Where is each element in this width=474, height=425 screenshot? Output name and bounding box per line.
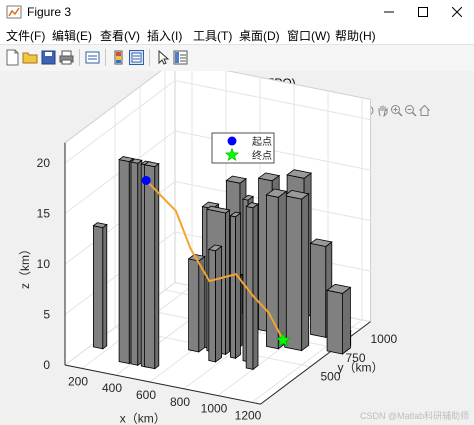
z-tick-label: 15 — [37, 207, 51, 221]
building-front-face — [188, 258, 200, 353]
x-tick-label: 1000 — [201, 402, 228, 416]
menu-view[interactable]: 查看(V) — [100, 27, 140, 44]
minimize-button[interactable] — [372, 0, 406, 24]
building-side-face — [154, 162, 160, 370]
maximize-button[interactable] — [406, 0, 440, 24]
building-front-face — [93, 225, 104, 350]
title-bar: Figure 3 — [0, 0, 474, 24]
legend-label-end: 终点 — [252, 149, 272, 162]
building — [326, 283, 352, 355]
building-side-face — [225, 209, 231, 356]
z-tick-label: 20 — [37, 156, 51, 170]
building-side-face — [341, 286, 351, 355]
menu-bar: 文件(F) 编辑(E) 查看(V) 插入(I) 工具(T) 桌面(D) 窗口(W… — [0, 24, 474, 44]
menu-window[interactable]: 窗口(W) — [287, 27, 330, 44]
building-front-face — [118, 159, 130, 365]
building-front-face — [284, 195, 303, 352]
building-side-face — [215, 245, 223, 363]
building-front-face — [208, 248, 217, 363]
plot-3d-axes[interactable]: 200 400 600 800 1000 1200500750100005101520x（… — [0, 71, 474, 425]
toolbar-separator — [79, 49, 80, 66]
x-tick-label: 400 — [102, 381, 122, 395]
save-icon[interactable] — [40, 49, 57, 66]
y-axis-label: y（km） — [338, 360, 384, 374]
building-side-face — [235, 212, 241, 360]
toolbar-separator — [105, 49, 106, 66]
building — [229, 211, 242, 360]
legend: 起点终点 — [211, 132, 275, 164]
z-tick-label: 10 — [37, 257, 51, 271]
menu-edit[interactable]: 编辑(E) — [52, 27, 92, 44]
toolbar-separator — [149, 49, 150, 66]
link-plot-icon[interactable] — [84, 49, 101, 66]
building-front-face — [144, 164, 156, 370]
menu-file[interactable]: 文件(F) — [6, 27, 45, 44]
x-tick-label: 600 — [136, 388, 156, 402]
pointer-icon[interactable] — [154, 49, 171, 66]
building-front-face — [310, 242, 327, 338]
building-side-face — [301, 192, 310, 352]
x-tick-label: 800 — [170, 395, 190, 409]
building — [92, 222, 108, 350]
building-side-face — [102, 223, 108, 350]
legend-label-start: 起点 — [252, 136, 272, 148]
building-front-face — [130, 161, 139, 366]
building — [265, 188, 288, 350]
property-inspector-icon[interactable] — [172, 49, 189, 66]
legend-start-marker — [227, 136, 237, 146]
x-tick-label: 1200 — [235, 408, 262, 422]
building-side-face — [277, 190, 287, 350]
building — [245, 202, 259, 371]
watermark: CSDN @Matlab科研辅助师 — [360, 411, 470, 421]
menu-tools[interactable]: 工具(T) — [193, 27, 232, 44]
figure-canvas: 帝企鹅优化算法(EPO) 最优结果: 38.5412 2004006008001… — [0, 71, 474, 425]
building-front-face — [326, 289, 343, 355]
z-axis-label: z（km） — [18, 243, 32, 289]
close-button[interactable] — [440, 0, 474, 24]
new-figure-icon[interactable] — [4, 49, 21, 66]
minimize-icon — [384, 11, 394, 13]
print-icon[interactable] — [58, 49, 75, 66]
menu-help[interactable]: 帮助(H) — [335, 27, 376, 44]
building — [130, 158, 143, 367]
menu-desktop[interactable]: 桌面(D) — [239, 27, 280, 44]
building-side-face — [252, 203, 259, 371]
figure-toolbar — [0, 44, 474, 72]
building — [207, 244, 223, 363]
maximize-icon — [418, 7, 428, 17]
open-file-icon[interactable] — [22, 49, 39, 66]
insert-legend-icon[interactable] — [128, 49, 145, 66]
building — [283, 189, 310, 352]
menu-insert[interactable]: 插入(I) — [147, 27, 182, 44]
start-point-marker — [141, 175, 151, 185]
z-tick-label: 5 — [43, 308, 50, 322]
close-icon — [452, 7, 462, 17]
building-front-face — [229, 215, 236, 359]
x-axis-label: x（km） — [120, 412, 166, 425]
figure-window: Figure 3 文件(F) 编辑(E) 查看(V) 插入(I) 工具(T) 桌… — [0, 0, 474, 425]
x-tick-label: 200 — [68, 374, 88, 388]
y-tick-label: 1000 — [371, 332, 398, 346]
matlab-icon — [6, 4, 22, 20]
window-title: Figure 3 — [27, 5, 72, 19]
insert-colorbar-icon[interactable] — [110, 49, 127, 66]
building — [143, 161, 160, 370]
z-tick-label: 0 — [43, 358, 50, 372]
